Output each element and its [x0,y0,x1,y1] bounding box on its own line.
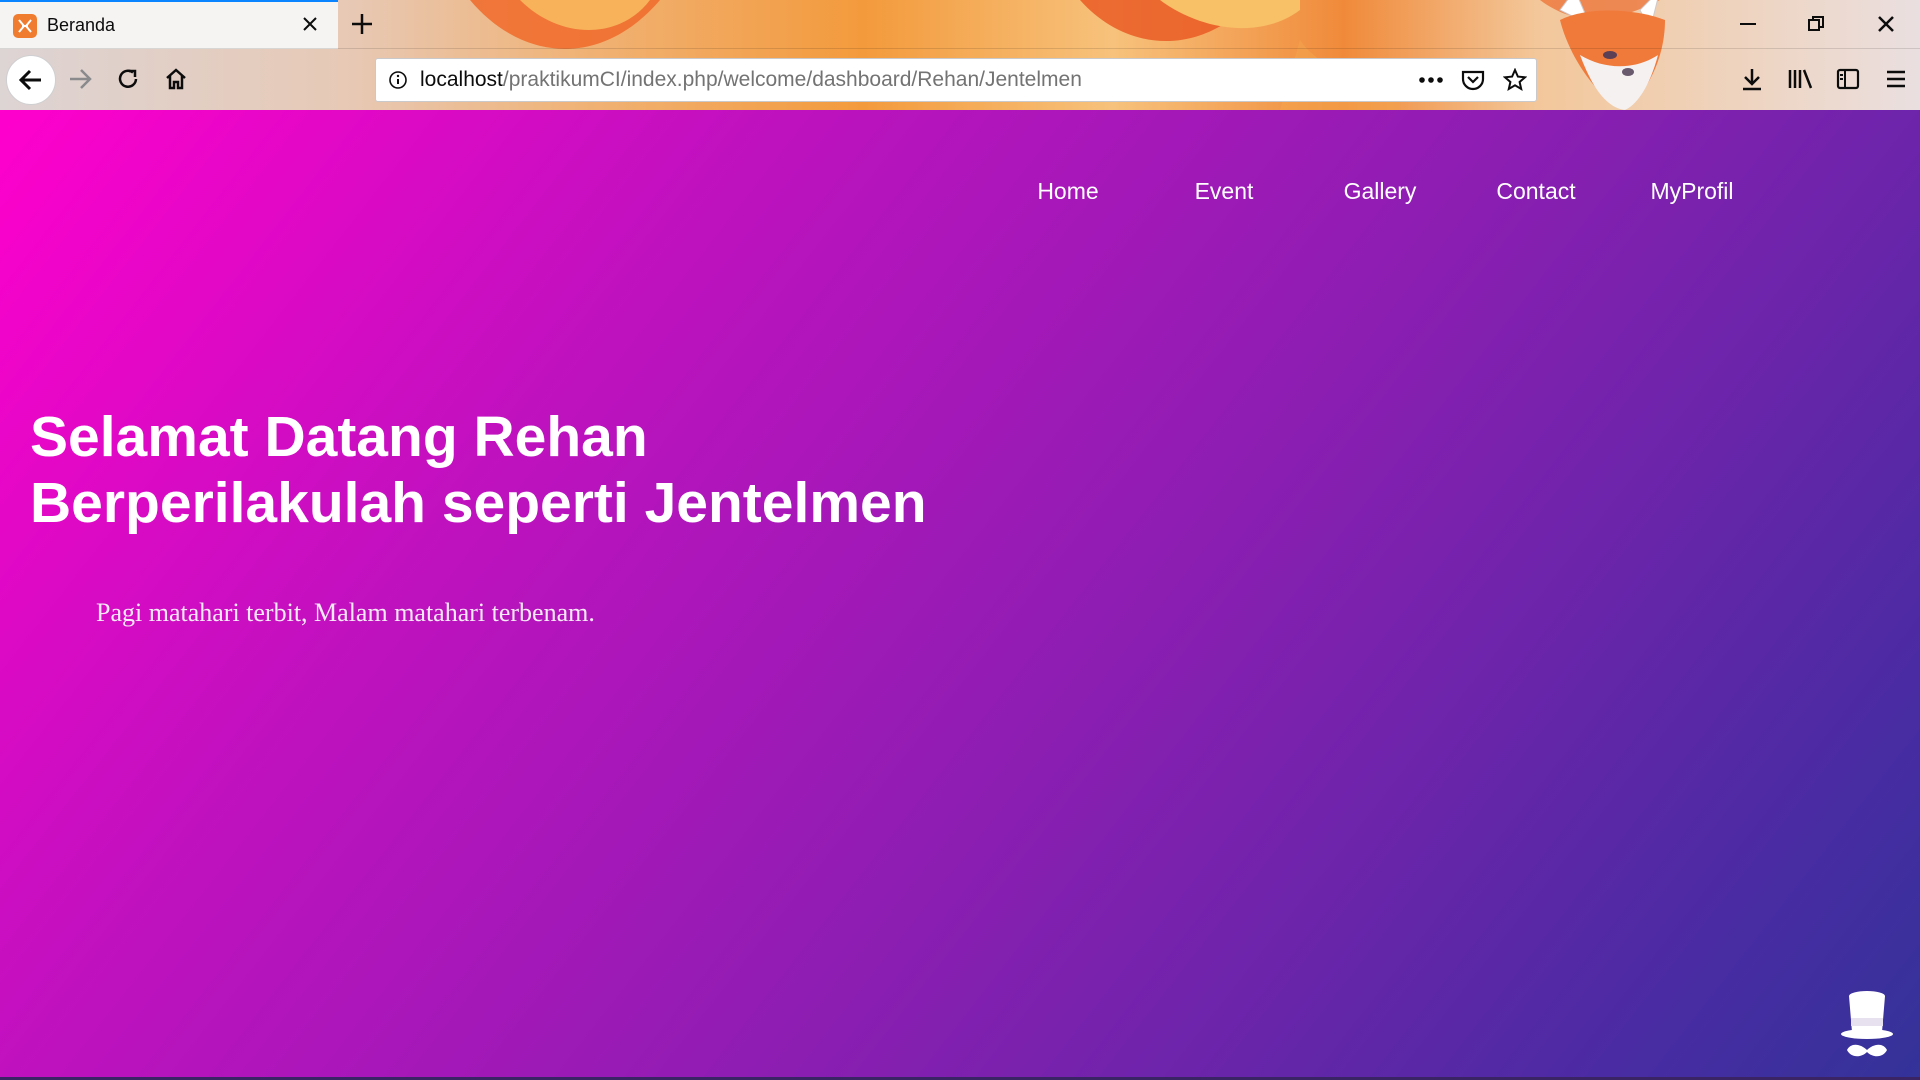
nav-myprofil[interactable]: MyProfil [1650,178,1733,205]
plus-icon [352,14,372,34]
forward-arrow-icon [70,69,92,89]
reload-button[interactable] [108,59,148,99]
new-tab-button[interactable] [344,4,380,44]
top-hat-mustache-icon [1841,991,1893,1057]
nav-event[interactable]: Event [1195,178,1254,205]
nav-gallery[interactable]: Gallery [1344,178,1417,205]
browser-chrome: Beranda localhost/praktikumCI/index.php/… [0,0,1920,110]
back-button[interactable] [6,55,56,105]
library-icon[interactable] [1776,59,1824,99]
hero-title-line1: Selamat Datang Rehan [30,405,648,469]
restore-icon [1808,16,1824,31]
url-actions [1410,59,1536,101]
download-icon[interactable] [1728,59,1776,99]
nav-home[interactable]: Home [1037,178,1098,205]
url-bar[interactable]: localhost/praktikumCI/index.php/welcome/… [375,58,1537,102]
xampp-icon [13,13,37,38]
back-arrow-icon [18,69,41,91]
minimize-icon [1740,23,1756,25]
sidebar-icon[interactable] [1824,59,1872,99]
page-content: Home Event Gallery Contact MyProfil Sela… [0,110,1920,1080]
hero-subtitle: Pagi matahari terbit, Malam matahari ter… [96,598,595,627]
toolbar-right [1728,59,1920,99]
hero-title-line2: Berperilakulah seperti Jentelmen [30,471,927,535]
tab-beranda[interactable]: Beranda [0,0,338,49]
home-button[interactable] [156,59,196,99]
site-nav: Home Event Gallery Contact MyProfil [0,178,1920,218]
tab-title: Beranda [47,15,116,35]
nav-contact[interactable]: Contact [1496,178,1575,205]
minimize-button[interactable] [1714,0,1782,48]
more-horizontal-icon[interactable] [1410,59,1452,101]
restore-button[interactable] [1782,0,1850,48]
home-icon [166,68,186,90]
close-tab-icon[interactable] [298,12,322,36]
url-host: localhost [420,68,503,91]
pocket-icon[interactable] [1452,59,1494,101]
close-window-button[interactable] [1852,0,1920,48]
hamburger-menu-icon[interactable] [1872,59,1920,99]
star-icon[interactable] [1494,59,1536,101]
tab-bar: Beranda [0,0,1920,49]
reload-icon [118,69,138,88]
close-icon [1878,16,1894,32]
navigation-toolbar: localhost/praktikumCI/index.php/welcome/… [0,48,1920,110]
url-path: /praktikumCI/index.php/welcome/dashboard… [502,68,1082,91]
url-text[interactable]: localhost/praktikumCI/index.php/welcome/… [420,68,1082,92]
hero-title: Selamat Datang Rehan Berperilakulah sepe… [30,404,927,536]
forward-button[interactable] [60,59,100,99]
info-icon[interactable] [376,58,420,102]
